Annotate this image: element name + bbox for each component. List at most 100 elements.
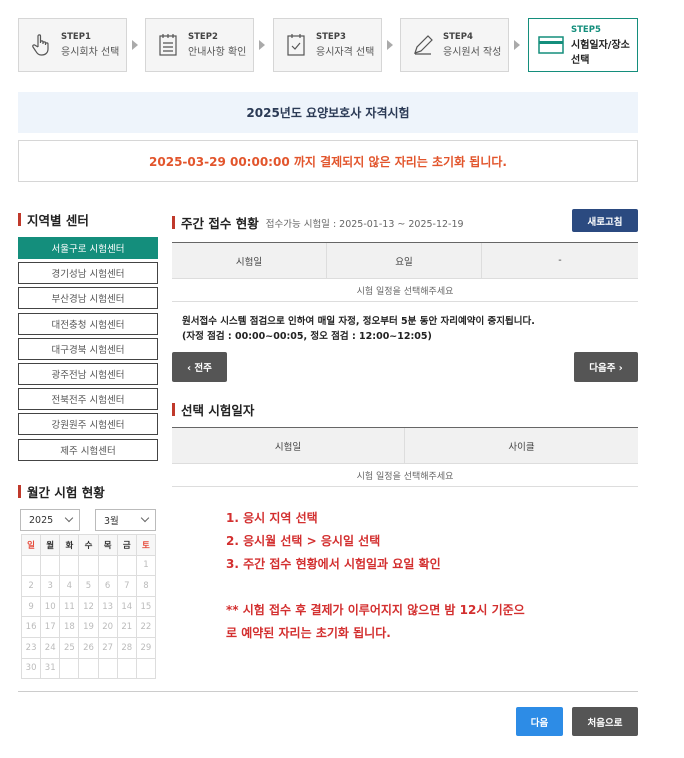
col-dash: -: [558, 255, 562, 266]
center-item-gwangju-jeonnam[interactable]: 광주전남 시험센터: [18, 362, 158, 385]
calendar-day[interactable]: 18: [59, 616, 80, 638]
center-item-busan-gyeongnam[interactable]: 부산경남 시험센터: [18, 287, 158, 310]
calendar-day[interactable]: 1: [135, 554, 157, 577]
calendar-day[interactable]: 31: [40, 657, 61, 680]
calendar-day[interactable]: 3: [40, 575, 61, 597]
payment-notice: 2025-03-29 00:00:00 까지 결제되지 않은 자리는 초기화 됩…: [18, 140, 638, 182]
center-item-daegu-gyeongbuk[interactable]: 대구경북 시험센터: [18, 337, 158, 360]
regional-section-title: 지역별 센터: [18, 210, 89, 229]
hand-pointer-icon: [28, 32, 54, 58]
calendar-day: [78, 554, 99, 577]
center-item-jeju[interactable]: 제주 시험센터: [18, 438, 158, 461]
calendar-week: 30 31: [20, 657, 157, 680]
selected-section-title: 선택 시험일자: [172, 400, 254, 419]
calendar-week: 16 17 18 19 20 21 22: [20, 616, 157, 638]
calendar: 일월화수목금토 1 2 3 4 5 6 7 8 9 10 11 12 13 14 15 16 17 18 19 20 2…: [20, 534, 157, 680]
maintenance-line-1: 원서접수 시스템 점검으로 인하여 매일 자정, 정오부터 5분 동안 자리예약…: [182, 316, 535, 327]
calendar-day[interactable]: 11: [59, 595, 80, 618]
weekly-section-title: 주간 접수 현황 접수가능 시험일 : 2025-01-13 ~ 2025-12-…: [172, 213, 464, 232]
calendar-day[interactable]: 21: [116, 616, 137, 638]
chevron-down-icon: [140, 513, 150, 523]
prev-week-button[interactable]: ‹ 전주: [172, 352, 227, 382]
step-number: STEP3: [316, 32, 346, 42]
col-exam-date: 시험일: [172, 428, 405, 463]
section-title-text: 주간 접수 현황: [181, 216, 259, 231]
selected-empty-row: 시험 일정을 선택해주세요: [172, 463, 638, 487]
calendar-week: 9 10 11 12 13 14 15: [20, 595, 157, 618]
calendar-day[interactable]: 26: [78, 636, 99, 659]
step-1: STEP1 응시회차 선택: [18, 18, 127, 72]
calendar-day[interactable]: 5: [78, 575, 99, 597]
calendar-day: [97, 657, 118, 680]
calendar-day[interactable]: 22: [135, 616, 157, 638]
weekday-header: 수: [78, 534, 99, 556]
center-list: 서울구로 시험센터 경기성남 시험센터 부산경남 시험센터 대전충청 시험센터 …: [18, 237, 158, 464]
weekday-header: 월: [40, 534, 61, 556]
refresh-button[interactable]: 새로고침: [572, 209, 638, 232]
calendar-day[interactable]: 29: [135, 636, 157, 659]
calendar-day[interactable]: 8: [135, 575, 157, 597]
calendar-day[interactable]: 2: [20, 575, 42, 597]
calendar-day[interactable]: 6: [97, 575, 118, 597]
calendar-day[interactable]: 28: [116, 636, 137, 659]
calendar-day[interactable]: 24: [40, 636, 61, 659]
guide-line: 1. 응시 지역 선택: [226, 511, 318, 525]
center-item-gangwon-wonju[interactable]: 강원원주 시험센터: [18, 413, 158, 436]
center-item-gyeonggi-seongnam[interactable]: 경기성남 시험센터: [18, 262, 158, 285]
calendar-day[interactable]: 30: [20, 657, 42, 680]
calendar-day[interactable]: 9: [20, 595, 42, 618]
calendar-day[interactable]: 13: [97, 595, 118, 618]
exam-title: 2025년도 요양보호사 자격시험: [18, 92, 638, 133]
weekly-empty-row: 시험 일정을 선택해주세요: [172, 278, 638, 302]
calendar-day: [97, 554, 118, 577]
step-label: 안내사항 확인: [188, 47, 247, 58]
section-bar: [172, 216, 175, 229]
step-4: STEP4 응시원서 작성: [400, 18, 509, 72]
calendar-day: [20, 554, 42, 577]
calendar-day[interactable]: 25: [59, 636, 80, 659]
month-select-value: 3월: [104, 516, 119, 527]
home-button[interactable]: 처음으로: [572, 707, 638, 736]
calendar-day[interactable]: 16: [20, 616, 42, 638]
center-item-jeonbuk-jeonju[interactable]: 전북전주 시험센터: [18, 388, 158, 411]
calendar-day[interactable]: 10: [40, 595, 61, 618]
calendar-day[interactable]: 23: [20, 636, 42, 659]
calendar-day[interactable]: 15: [135, 595, 157, 618]
month-select[interactable]: 3월: [95, 509, 156, 531]
calendar-day: [116, 657, 137, 680]
step-label: 응시자격 선택: [316, 47, 375, 58]
center-item-seoul-guro[interactable]: 서울구로 시험센터: [18, 237, 158, 259]
calendar-day: [59, 554, 80, 577]
weekday-header: 화: [59, 534, 80, 556]
calendar-day[interactable]: 7: [116, 575, 137, 597]
calendar-day[interactable]: 4: [59, 575, 80, 597]
step-3: STEP3 응시자격 선택: [273, 18, 382, 72]
step-label-2: 선택: [571, 54, 590, 66]
guide-instructions: 1. 응시 지역 선택 2. 응시월 선택 > 응시일 선택 3. 주간 접수 …: [226, 507, 525, 645]
section-bar: [172, 403, 175, 416]
year-select[interactable]: 2025: [20, 509, 80, 531]
calendar-week: 1: [20, 554, 157, 577]
calendar-week: 2345678: [20, 575, 157, 597]
guide-line: 3. 주간 접수 현황에서 시험일과 요일 확인: [226, 557, 441, 571]
divider: [18, 691, 638, 692]
next-week-button[interactable]: 다음주 ›: [574, 352, 638, 382]
weekday-header: 토: [135, 534, 157, 556]
calendar-day[interactable]: 19: [78, 616, 99, 638]
step-number: STEP5: [571, 24, 601, 35]
calendar-day: [78, 657, 99, 680]
next-button[interactable]: 다음: [516, 707, 563, 736]
arrow-right-icon: [132, 40, 138, 50]
arrow-right-icon: [387, 40, 393, 50]
center-item-daejeon-chungcheong[interactable]: 대전충청 시험센터: [18, 312, 158, 335]
calendar-day: [135, 657, 157, 680]
calendar-day[interactable]: 12: [78, 595, 99, 618]
calendar-day[interactable]: 17: [40, 616, 61, 638]
guide-line: 로 예약된 자리는 초기화 됩니다.: [226, 626, 391, 640]
step-progress: STEP1 응시회차 선택 STEP2 안내사항 확인 STEP3 응시자격 선택 S…: [18, 18, 638, 72]
guide-line: [226, 576, 525, 599]
calendar-day[interactable]: 20: [97, 616, 118, 638]
calendar-day[interactable]: 27: [97, 636, 118, 659]
calendar-day[interactable]: 14: [116, 595, 137, 618]
step-5: STEP5 시험일자/장소 선택: [528, 18, 638, 72]
